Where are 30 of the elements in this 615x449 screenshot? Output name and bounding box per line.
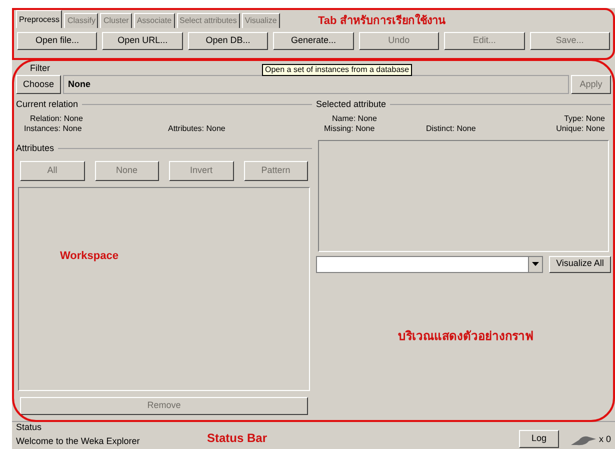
info-text: Instances: None bbox=[24, 124, 82, 132]
status-title: Status bbox=[16, 421, 43, 434]
info-text: Name: None bbox=[332, 114, 377, 122]
annotation-label: Status Bar bbox=[207, 430, 268, 447]
info-text: Missing: None bbox=[324, 124, 375, 132]
status-message: Welcome to the Weka Explorer bbox=[16, 434, 140, 448]
thread-count: x 0 bbox=[598, 432, 611, 446]
visualize-all-button[interactable]: Visualize All bbox=[549, 256, 611, 272]
toolbar-button[interactable]: Generate... bbox=[273, 32, 354, 50]
filter-field[interactable]: None bbox=[63, 75, 569, 94]
annotation-label: Tab สำหรับการเรียกใช้งาน bbox=[318, 15, 446, 28]
info-text: Unique: None bbox=[556, 124, 605, 132]
annotation-label: บริเวณแสดงตัวอย่างกราฟ bbox=[398, 328, 533, 345]
info-text: Type: None bbox=[564, 114, 605, 122]
log-button[interactable]: Log bbox=[518, 430, 559, 448]
info-text: Distinct: None bbox=[426, 124, 476, 132]
class-dropdown[interactable] bbox=[316, 256, 543, 272]
group-title: Selected attribute bbox=[316, 98, 386, 111]
info-text: Relation: None bbox=[30, 114, 83, 122]
tab[interactable]: Preprocess bbox=[16, 10, 62, 28]
group-title: Attributes bbox=[16, 142, 54, 154]
group-title: Filter bbox=[30, 63, 50, 75]
info-text: Attributes: None bbox=[168, 124, 226, 132]
annotation-label: Workspace bbox=[60, 249, 118, 264]
choose-button[interactable]: Choose bbox=[16, 75, 61, 94]
toolbar-button[interactable]: Open file... bbox=[17, 32, 98, 50]
group-title: Current relation bbox=[16, 98, 78, 111]
toolbar-button[interactable]: Open URL... bbox=[102, 32, 183, 50]
toolbar-button[interactable]: Open DB... bbox=[188, 32, 268, 50]
tooltip: Open a set of instances from a database bbox=[262, 64, 412, 76]
